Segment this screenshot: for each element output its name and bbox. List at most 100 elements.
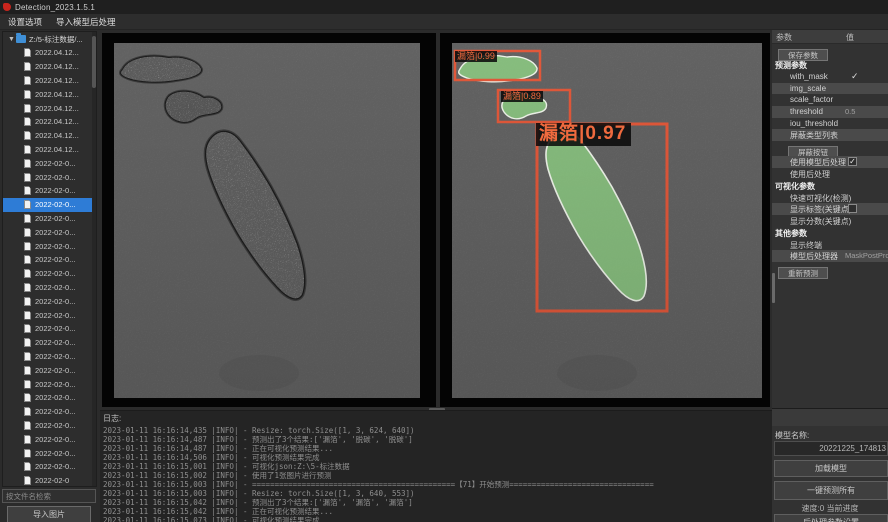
param-row[interactable]: with_mask ✓ — [772, 71, 888, 83]
tree-item[interactable]: 2022-02-0... — [3, 460, 96, 474]
tree-item[interactable]: 2022-02-0... — [3, 322, 96, 336]
file-icon — [24, 90, 31, 99]
tree-root-folder[interactable]: ▼ Z:/5-标注数据/... — [3, 32, 96, 46]
file-tree-panel: ▼ Z:/5-标注数据/... 2022.04.12...2022.04.12.… — [2, 31, 97, 487]
tree-item[interactable]: 2022.04.12... — [3, 74, 96, 88]
tree-item-label: 2022-02-0... — [35, 435, 75, 444]
tree-item[interactable]: 2022-02-0 — [3, 474, 96, 487]
tree-item[interactable]: 2022-02-0... — [3, 419, 96, 433]
tree-root-label: Z:/5-标注数据/... — [29, 34, 83, 45]
caret-down-icon[interactable]: ▼ — [8, 36, 16, 43]
menu-settings[interactable]: 设置选项 — [8, 16, 42, 28]
tree-item[interactable]: 2022-02-0... — [3, 294, 96, 308]
checkbox-checked[interactable]: ✓ — [848, 157, 857, 166]
param-button-row: 重新预测 — [772, 262, 888, 277]
file-icon — [24, 159, 31, 168]
tree-item[interactable]: 2022.04.12... — [3, 115, 96, 129]
param-label: with_mask — [790, 72, 828, 81]
tree-item[interactable]: 2022-02-0... — [3, 432, 96, 446]
param-row[interactable]: scale_factor — [772, 94, 888, 106]
file-icon — [24, 117, 31, 126]
param-button-row: 保存参数 — [772, 44, 888, 59]
params-scrollbar[interactable] — [772, 273, 775, 303]
tree-item[interactable]: 2022-02-0... — [3, 377, 96, 391]
re-predict-button[interactable]: 重新预测 — [778, 267, 828, 279]
original-image — [114, 43, 420, 398]
tree-item[interactable]: 2022.04.12... — [3, 60, 96, 74]
tree-item[interactable]: 2022-02-0... — [3, 391, 96, 405]
tree-item[interactable]: 2022.04.12... — [3, 46, 96, 60]
tree-item-label: 2022-02-0 — [35, 476, 69, 485]
log-line: 2023-01-11 16:16:15,003 |INFO| - =======… — [103, 480, 772, 489]
tree-item[interactable]: 2022.04.12... — [3, 129, 96, 143]
tree-item[interactable]: 2022-02-0... — [3, 253, 96, 267]
file-icon — [24, 186, 31, 195]
tree-item[interactable]: 2022.04.12... — [3, 87, 96, 101]
prediction-image — [452, 43, 762, 398]
param-row[interactable]: 使用模型后处理✓ — [772, 156, 888, 168]
file-icon — [24, 352, 31, 361]
param-label: 使用模型后处理 — [790, 157, 846, 168]
tree-item[interactable]: 2022-02-0... — [3, 156, 96, 170]
tree-item[interactable]: 2022-02-0... — [3, 198, 96, 212]
param-row[interactable]: 显示标签(关键点) — [772, 203, 888, 215]
import-images-button[interactable]: 导入图片 — [7, 506, 91, 522]
predict-all-button[interactable]: 一键预测所有 — [774, 481, 888, 500]
tree-item[interactable]: 2022.04.12... — [3, 143, 96, 157]
tree-item[interactable]: 2022-02-0... — [3, 212, 96, 226]
param-row[interactable]: 模型后处理器MaskPostPro — [772, 250, 888, 262]
param-value[interactable]: MaskPostPro — [845, 251, 888, 260]
parameters-panel: 参数 值 保存参数预测参数with_mask✓img_scalescale_fa… — [772, 30, 888, 408]
tree-item[interactable]: 2022-02-0... — [3, 170, 96, 184]
tree-item[interactable]: 2022-02-0... — [3, 336, 96, 350]
tree-item-label: 2022.04.12... — [35, 90, 79, 99]
model-name-field[interactable]: 20221225_174813 — [774, 441, 888, 456]
detection-label: 漏箔|0.99 — [455, 51, 497, 62]
tree-item[interactable]: 2022-02-0... — [3, 267, 96, 281]
load-model-button[interactable]: 加载模型 — [774, 460, 888, 477]
tree-item[interactable]: 2022-02-0... — [3, 225, 96, 239]
tree-item[interactable]: 2022-02-0... — [3, 363, 96, 377]
param-row[interactable]: threshold0.5 — [772, 106, 888, 118]
file-icon — [24, 393, 31, 402]
param-row[interactable]: 屏蔽类型列表 — [772, 129, 888, 141]
tree-scrollbar[interactable] — [92, 32, 96, 487]
file-icon — [24, 380, 31, 389]
param-row[interactable]: 快速可视化(检测) — [772, 192, 888, 204]
log-line: 2023-01-11 16:16:15,002 |INFO| - 使用了1张图片… — [103, 471, 772, 480]
file-icon — [24, 366, 31, 375]
postprocess-settings-button[interactable]: 后处理参数设置 — [774, 514, 888, 522]
filename-search-input[interactable] — [2, 489, 96, 503]
param-row[interactable]: iou_threshold — [772, 118, 888, 130]
tree-item[interactable]: 2022-02-0... — [3, 184, 96, 198]
original-image-panel[interactable] — [102, 33, 436, 407]
param-value[interactable]: 0.5 — [845, 107, 855, 116]
tree-item[interactable]: 2022-02-0... — [3, 446, 96, 460]
log-line: 2023-01-11 16:16:15,042 |INFO| - 预测出了3个结… — [103, 498, 772, 507]
param-row[interactable]: 显示终端 — [772, 239, 888, 251]
param-row[interactable]: 显示分数(关键点) — [772, 215, 888, 227]
file-icon — [24, 76, 31, 85]
file-icon — [24, 228, 31, 237]
menu-import-model-postprocess[interactable]: 导入模型后处理 — [56, 16, 116, 28]
param-label: 显示标签(关键点) — [790, 204, 851, 215]
param-row[interactable]: 使用后处理 — [772, 168, 888, 180]
param-section-header: 其他参数 — [772, 227, 888, 239]
tree-item-label: 2022-02-0... — [35, 297, 75, 306]
prediction-image-panel[interactable]: 漏箔|0.99 漏箔|0.89 漏箔|0.97 — [440, 33, 770, 407]
tree-item[interactable]: 2022-02-0... — [3, 239, 96, 253]
param-row[interactable]: img_scale — [772, 83, 888, 95]
tree-item[interactable]: 2022-02-0... — [3, 308, 96, 322]
param-label: 使用后处理 — [790, 169, 830, 180]
file-icon — [24, 104, 31, 113]
scrollbar-thumb[interactable] — [92, 36, 96, 88]
tree-item[interactable]: 2022-02-0... — [3, 405, 96, 419]
tree-item-label: 2022-02-0... — [35, 186, 75, 195]
tree-item[interactable]: 2022-02-0... — [3, 350, 96, 364]
checkmark-icon[interactable]: ✓ — [851, 71, 859, 82]
tree-item-label: 2022-02-0... — [35, 352, 75, 361]
tree-item[interactable]: 2022.04.12... — [3, 101, 96, 115]
tree-item[interactable]: 2022-02-0... — [3, 281, 96, 295]
file-icon — [24, 297, 31, 306]
checkbox-unchecked[interactable] — [848, 204, 857, 213]
